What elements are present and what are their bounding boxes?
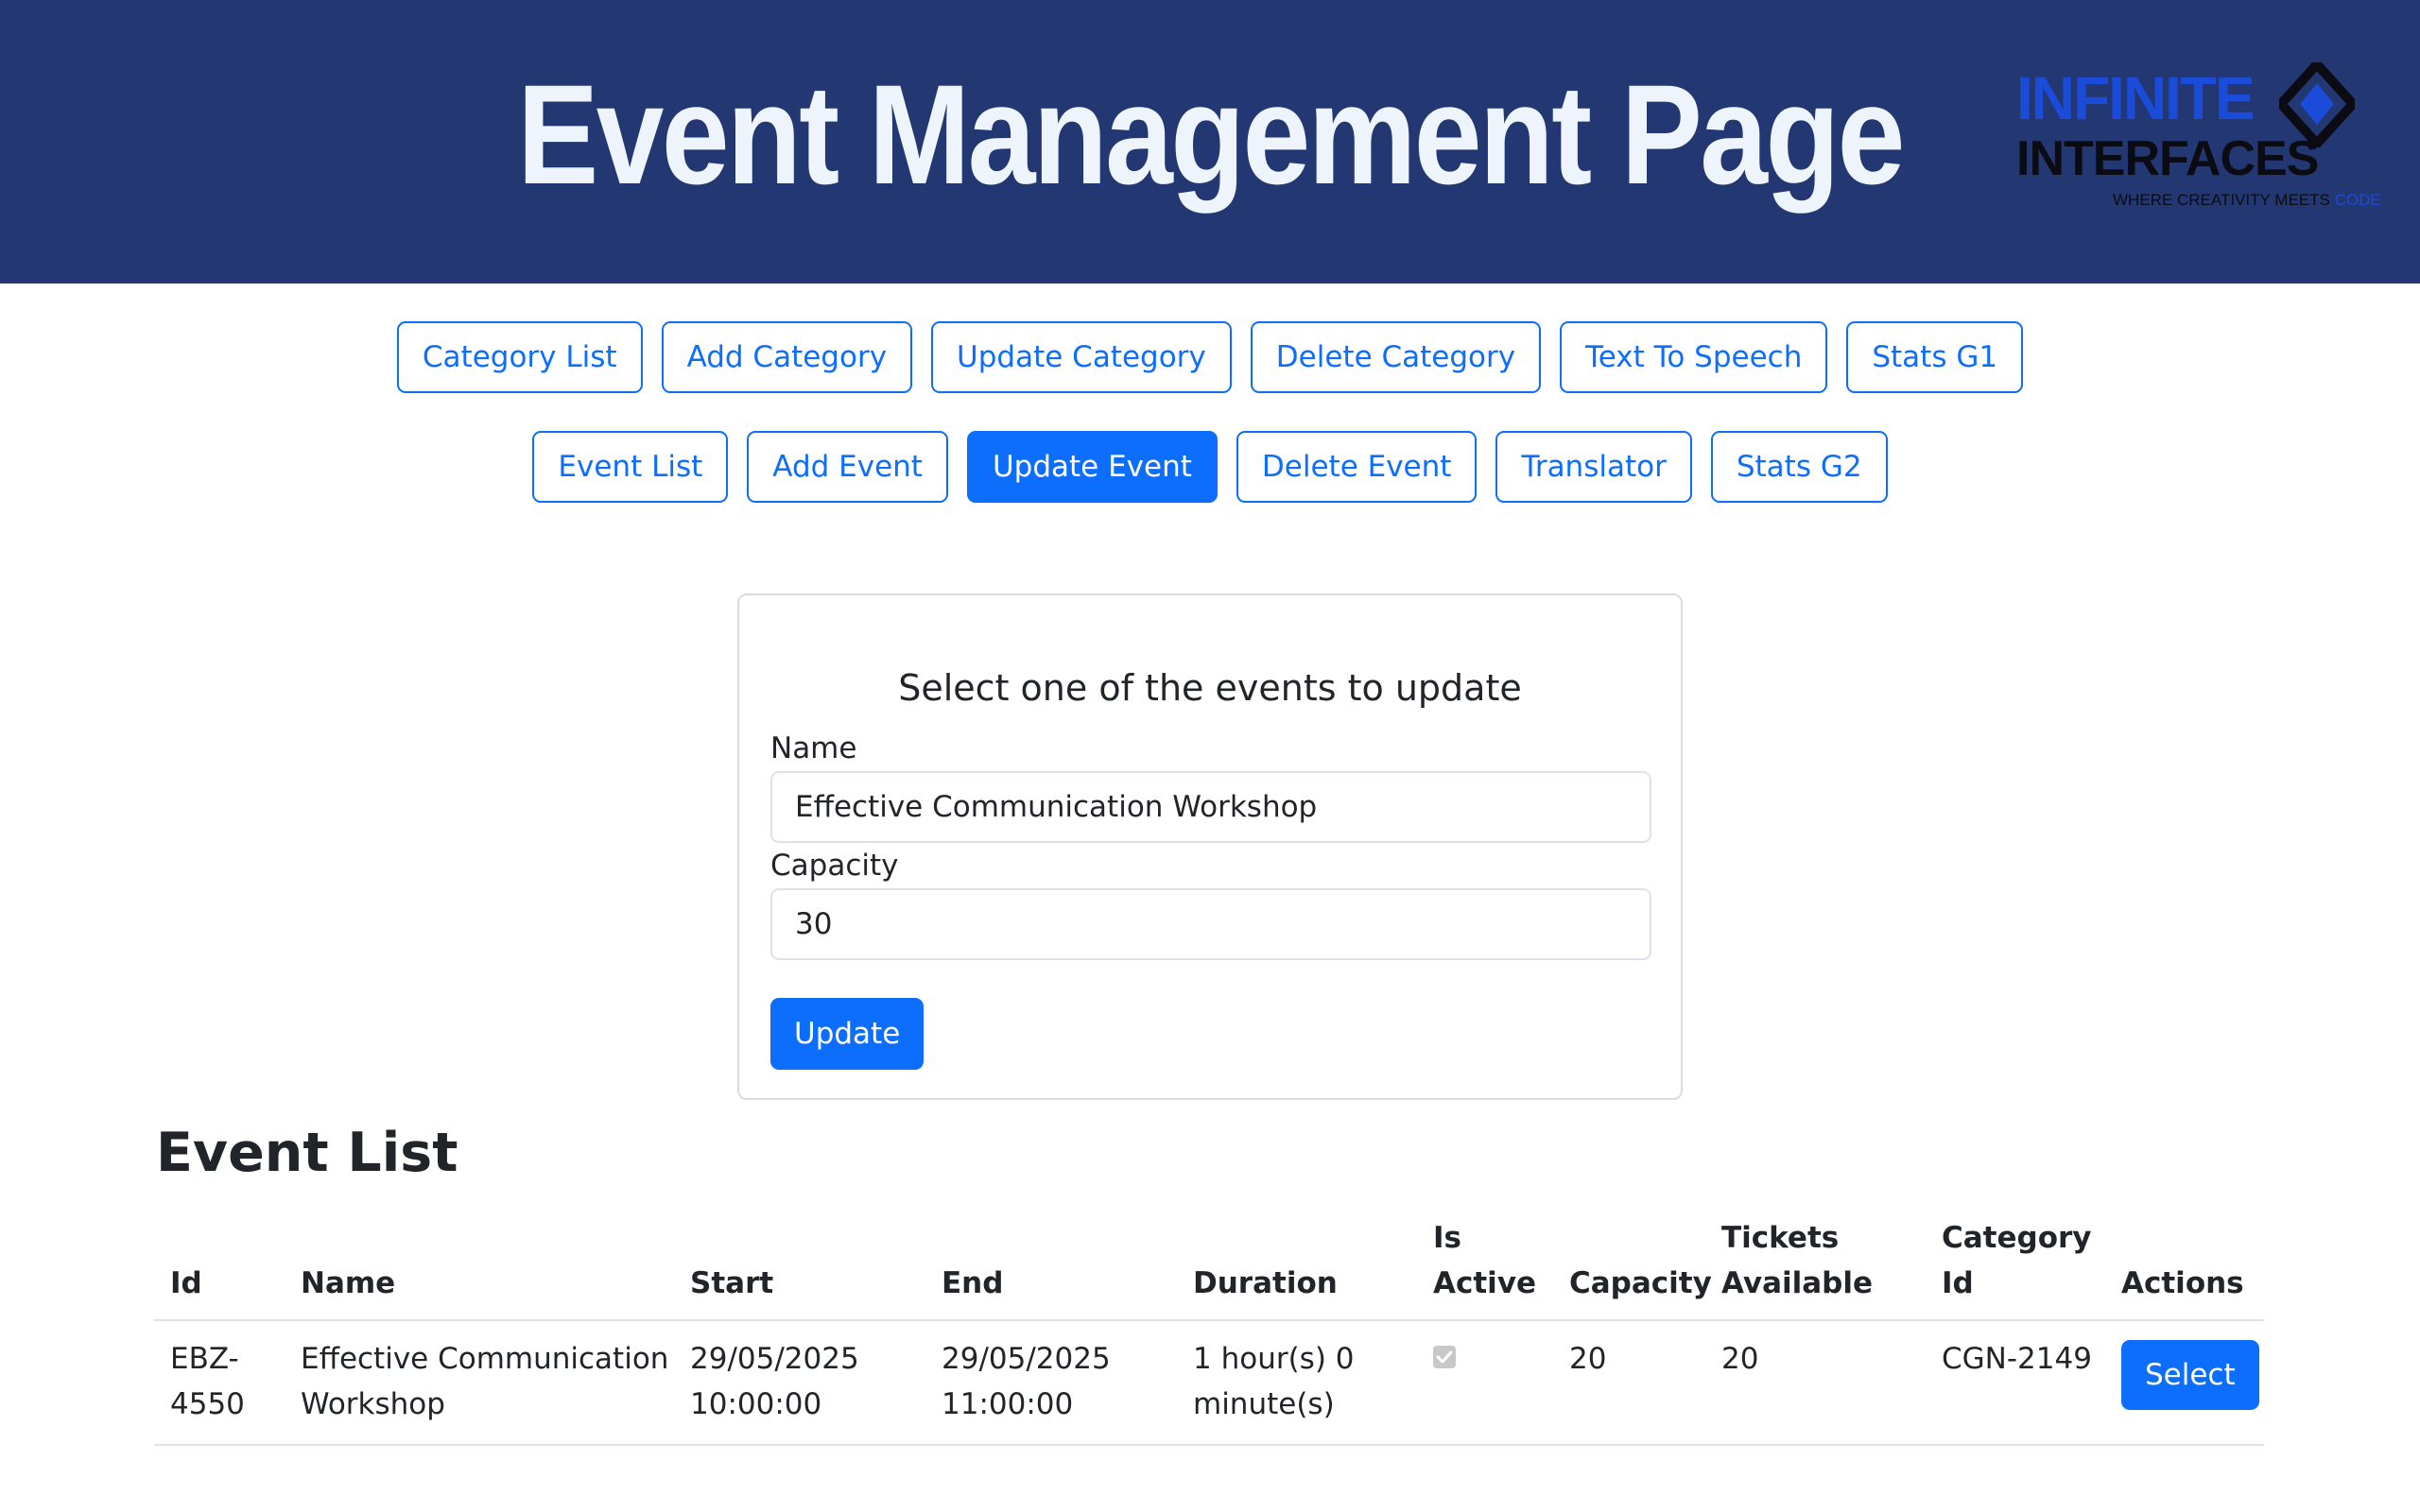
company-logo: INFINITE INTERFACES WHERE CREATIVITY MEE… (2009, 62, 2381, 218)
logo-line-1: INFINITE (2016, 64, 2256, 132)
nav-delete-category-button[interactable]: Delete Category (1250, 321, 1542, 393)
event-table: Id Name Start End Duration Is Active Capa… (154, 1204, 2264, 1446)
nav-update-event-button[interactable]: Update Event (966, 431, 1218, 503)
column-header-end: End (942, 1266, 1004, 1300)
nav-add-category-button[interactable]: Add Category (661, 321, 913, 393)
name-label: Name (770, 731, 857, 765)
nav-delete-event-button[interactable]: Delete Event (1236, 431, 1478, 503)
capacity-input[interactable] (770, 888, 1651, 960)
checkmark-icon (1436, 1350, 1453, 1364)
capacity-label: Capacity (770, 849, 899, 883)
column-header-name: Name (301, 1266, 396, 1300)
column-header-actions: Actions (2121, 1266, 2244, 1300)
nav-translator-button[interactable]: Translator (1495, 431, 1692, 503)
form-title: Select one of the events to update (898, 667, 1522, 709)
update-event-form: Select one of the events to update Name … (737, 593, 1683, 1100)
logo-line-2: INTERFACES (2016, 131, 2319, 186)
nav-category-list-button[interactable]: Category List (396, 321, 643, 393)
column-header-capacity: Capacity (1569, 1266, 1712, 1300)
name-input[interactable] (770, 771, 1651, 843)
update-button[interactable]: Update (770, 998, 925, 1070)
is-active-checkbox[interactable] (1433, 1346, 1456, 1368)
logo-tagline: WHERE CREATIVITY MEETS CODE (2113, 191, 2381, 209)
cell-tickets-available: 20 (1721, 1342, 1759, 1376)
nav-update-category-button[interactable]: Update Category (931, 321, 1232, 393)
column-header-id: Id (170, 1266, 202, 1300)
column-header-tickets-available: Tickets Available (1721, 1221, 1874, 1300)
cell-name: Effective Communication Workshop (301, 1342, 669, 1421)
nav-row-category: Category List Add Category Update Catego… (0, 321, 2420, 393)
cell-category-id: CGN-2149 (1942, 1342, 2092, 1376)
nav-stats-g2-button[interactable]: Stats G2 (1710, 431, 1888, 503)
nav-row-event: Event List Add Event Update Event Delete… (0, 431, 2420, 503)
column-header-start: Start (690, 1266, 774, 1300)
nav-text-to-speech-button[interactable]: Text To Speech (1560, 321, 1828, 393)
cell-end: 29/05/2025 11:00:00 (942, 1342, 1111, 1421)
page-title: Event Management Page (517, 55, 1905, 214)
page-header: Event Management Page INFINITE INTERFACE… (0, 0, 2420, 284)
nav-event-list-button[interactable]: Event List (532, 431, 729, 503)
column-header-is-active: Is Active (1433, 1221, 1537, 1300)
cell-duration: 1 hour(s) 0 minute(s) (1193, 1342, 1355, 1421)
event-list-title: Event List (156, 1122, 458, 1184)
cell-start: 29/05/2025 10:00:00 (690, 1342, 859, 1421)
table-header: Id Name Start End Duration Is Active Capa… (154, 1204, 2264, 1321)
select-event-button[interactable]: Select (2121, 1340, 2259, 1410)
column-header-duration: Duration (1193, 1266, 1338, 1300)
nav-stats-g1-button[interactable]: Stats G1 (1846, 321, 2024, 393)
column-header-category-id: Category Id (1942, 1221, 2092, 1300)
cell-id: EBZ- 4550 (170, 1342, 245, 1421)
cell-capacity: 20 (1569, 1342, 1607, 1376)
table-row: EBZ- 4550 Effective Communication Workshop… (154, 1321, 2264, 1446)
nav-add-event-button[interactable]: Add Event (747, 431, 948, 503)
